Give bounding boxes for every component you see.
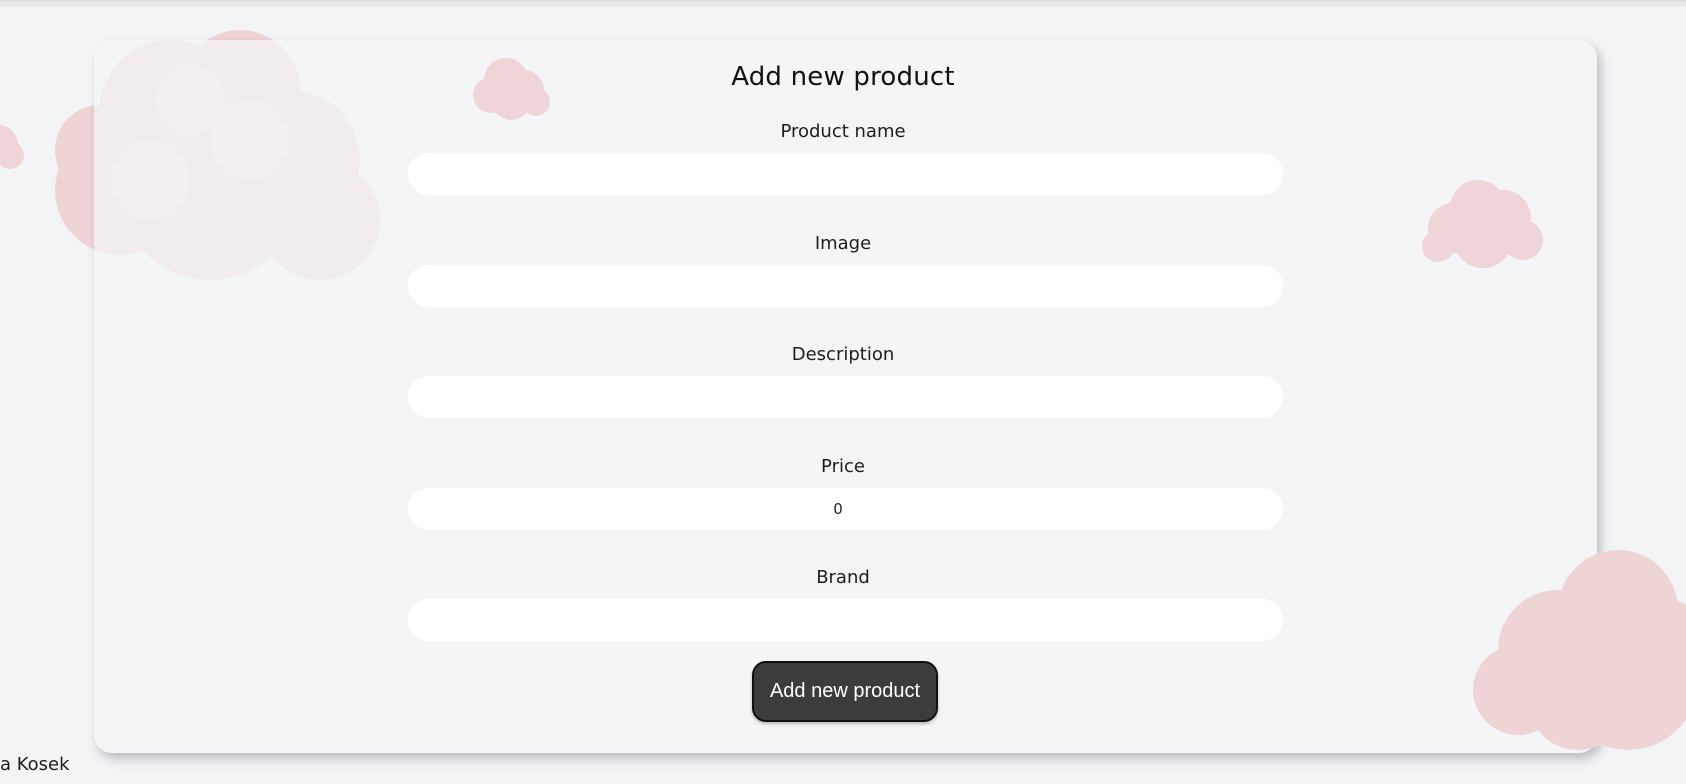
brand-label: Brand	[816, 567, 870, 588]
top-bar	[0, 0, 1686, 4]
description-label: Description	[791, 344, 895, 365]
add-product-button[interactable]: Add new product	[752, 661, 938, 722]
description-input[interactable]	[408, 376, 1283, 418]
brand-input[interactable]	[408, 599, 1283, 641]
product-name-input[interactable]	[408, 153, 1283, 195]
image-label: Image	[814, 233, 872, 254]
price-input[interactable]	[408, 488, 1283, 530]
footer-author-text: a Kosek	[0, 754, 70, 775]
page-title: Add new product	[731, 62, 955, 92]
price-label: Price	[821, 456, 865, 477]
image-input[interactable]	[408, 265, 1283, 307]
product-name-label: Product name	[780, 121, 906, 142]
